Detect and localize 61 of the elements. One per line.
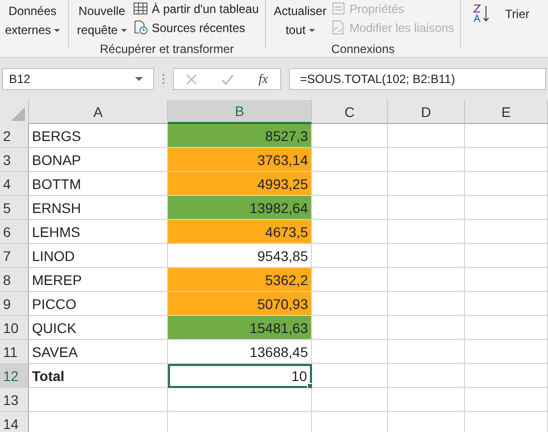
formula-field[interactable]: =SOUS.TOTAL(102; B2:B11): [289, 68, 546, 90]
ribbon-button[interactable]: À partir d'un tableau: [132, 0, 259, 17]
row-header[interactable]: 4: [0, 172, 29, 196]
row-header[interactable]: 8: [0, 268, 29, 292]
grip-icon: [162, 73, 165, 85]
row-header[interactable]: 14: [0, 412, 29, 432]
table-cell: MEREP: [29, 268, 168, 292]
table-cell: LEHMS: [29, 220, 168, 244]
table-cell: QUICK: [29, 316, 168, 340]
table-cell: Total: [29, 364, 168, 388]
table-cell: LINOD: [29, 244, 168, 268]
document-clock-icon: [132, 20, 148, 35]
column-header[interactable]: C: [312, 100, 388, 124]
table-cell: 4673,5: [168, 220, 312, 244]
table-cell: 9543,85: [168, 244, 312, 268]
ribbon-button[interactable]: Données externes: [3, 0, 62, 42]
table-cell: ERNSH: [29, 196, 168, 220]
table-cell: 13982,64: [168, 196, 312, 220]
row-header[interactable]: 13: [0, 388, 29, 412]
insert-function-button[interactable]: fx: [258, 71, 268, 87]
table-cell: PICCO: [29, 292, 168, 316]
table-cell: 15481,63: [168, 316, 312, 340]
table-cell: 8527,3: [168, 124, 312, 148]
column-header[interactable]: A: [29, 100, 168, 124]
select-all-icon[interactable]: [11, 107, 25, 121]
caret-icon: [135, 76, 143, 82]
column-header[interactable]: B: [168, 100, 312, 124]
ribbon-button[interactable]: Trier: [473, 2, 530, 26]
ribbon-button[interactable]: Sources récentes: [132, 19, 259, 36]
group-label: Connexions: [330, 42, 396, 56]
table-cell: 10: [168, 364, 312, 388]
row-header[interactable]: 7: [0, 244, 29, 268]
column-header[interactable]: E: [465, 100, 548, 124]
document-link-icon: [332, 20, 346, 35]
column-header[interactable]: D: [388, 100, 465, 124]
table-cell: BONAP: [29, 148, 168, 172]
table-cell: 5362,2: [168, 268, 312, 292]
row-header[interactable]: 5: [0, 196, 29, 220]
table-cell: BOTTM: [29, 172, 168, 196]
table-cell: 3763,14: [168, 148, 312, 172]
row-header[interactable]: 12: [0, 364, 29, 388]
table-icon: [132, 2, 148, 15]
check-icon[interactable]: [221, 74, 234, 84]
list-icon: [332, 2, 346, 15]
table-cell: 5070,93: [168, 292, 312, 316]
sort-icon: [473, 4, 492, 24]
row-header[interactable]: 11: [0, 340, 29, 364]
table-cell: SAVEA: [29, 340, 168, 364]
row-header[interactable]: 10: [0, 316, 29, 340]
row-header[interactable]: 3: [0, 148, 29, 172]
ribbon-button[interactable]: Nouvelle requête: [75, 0, 129, 42]
table-cell: 4993,25: [168, 172, 312, 196]
row-header[interactable]: 2: [0, 124, 29, 148]
ribbon-button[interactable]: Actualiser tout: [272, 0, 328, 42]
table-cell: BERGS: [29, 124, 168, 148]
row-header[interactable]: 6: [0, 220, 29, 244]
cancel-icon[interactable]: [186, 74, 198, 84]
table-cell: 13688,45: [168, 340, 312, 364]
name-box[interactable]: B12: [2, 68, 154, 90]
group-label: Récupérer et transformer: [98, 42, 235, 56]
row-header[interactable]: 9: [0, 292, 29, 316]
